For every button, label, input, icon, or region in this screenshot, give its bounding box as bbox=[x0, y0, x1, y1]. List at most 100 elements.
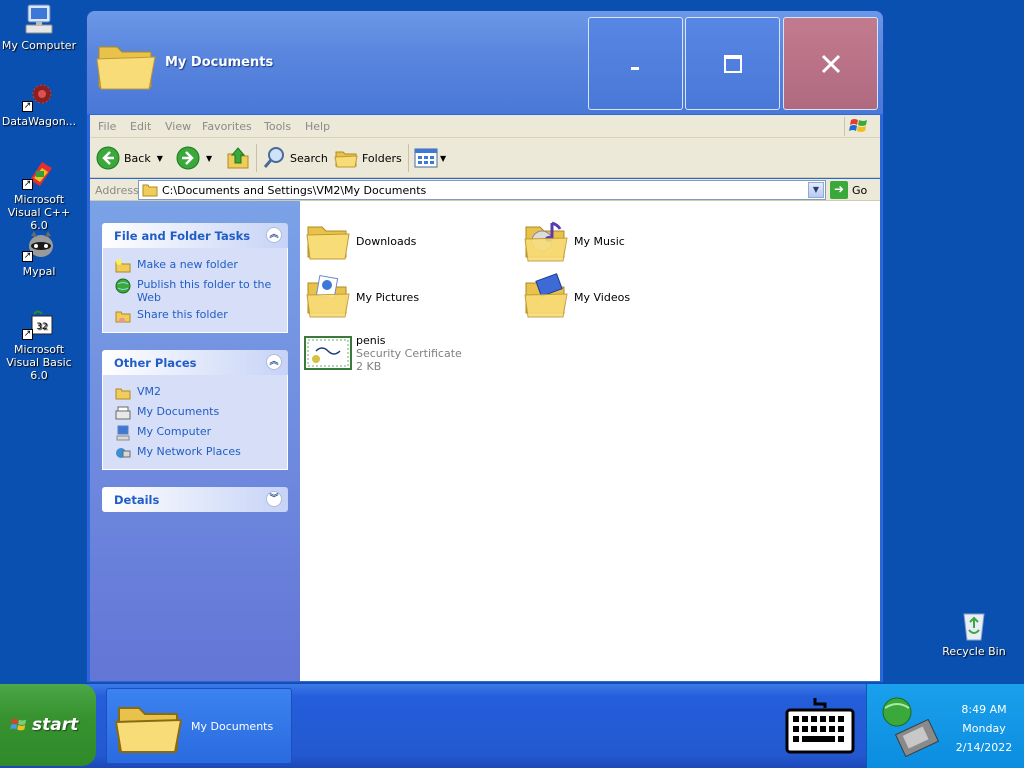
desktop-icon-label: Microsoft Visual C++ 6.0 bbox=[7, 193, 71, 232]
windows-logo-icon bbox=[844, 117, 872, 136]
task-link-new-folder[interactable]: Make a new folder bbox=[103, 256, 287, 276]
folder-icon bbox=[95, 37, 157, 93]
folders-icon bbox=[334, 151, 358, 168]
list-item-my-videos[interactable]: My Videos bbox=[522, 273, 630, 321]
list-item-my-pictures[interactable]: My Pictures bbox=[304, 273, 419, 321]
back-label: Back bbox=[124, 151, 151, 165]
folders-button[interactable]: Folders bbox=[334, 144, 402, 172]
place-link-vm2[interactable]: VM2 bbox=[103, 383, 287, 403]
place-link-my-computer[interactable]: My Computer bbox=[103, 423, 287, 443]
menu-bar: File Edit View Favorites Tools Help bbox=[90, 115, 880, 138]
videos-folder-icon bbox=[524, 273, 568, 318]
address-label: Address bbox=[95, 184, 139, 197]
desktop-icon-visual-basic[interactable]: 32 ↗ Microsoft Visual Basic 6.0 bbox=[0, 308, 79, 382]
globe-icon bbox=[115, 278, 131, 294]
menu-view[interactable]: View bbox=[165, 120, 191, 133]
desktop-icon-label: Mypal bbox=[22, 265, 56, 278]
up-folder-icon bbox=[227, 147, 249, 169]
chevron-down-icon[interactable]: ▼ bbox=[157, 154, 163, 163]
computer-icon bbox=[116, 425, 130, 441]
task-link-share[interactable]: Share this folder bbox=[103, 306, 287, 326]
task-link-label: Publish this folder to the Web bbox=[137, 278, 272, 304]
menu-favorites[interactable]: Favorites bbox=[202, 120, 252, 133]
file-list: Downloads My Music My Pictures My Videos… bbox=[300, 201, 880, 681]
minimize-icon bbox=[630, 66, 639, 70]
search-label: Search bbox=[290, 151, 328, 165]
new-folder-icon bbox=[115, 259, 131, 273]
desktop-icon-recycle-bin[interactable]: Recycle Bin bbox=[938, 610, 1010, 658]
desktop-icon-visual-cpp[interactable]: ↗ Microsoft Visual C++ 6.0 bbox=[0, 158, 79, 232]
panel-title: File and Folder Tasks bbox=[114, 229, 251, 243]
address-input[interactable]: C:\Documents and Settings\VM2\My Documen… bbox=[138, 180, 826, 200]
desktop-icon-mypal[interactable]: ↗ Mypal bbox=[0, 230, 79, 278]
menu-file[interactable]: File bbox=[98, 120, 116, 133]
address-bar: Address C:\Documents and Settings\VM2\My… bbox=[90, 179, 880, 201]
desktop-icon-datawagon[interactable]: ↗ DataWagon... bbox=[0, 80, 79, 128]
computer-icon bbox=[22, 4, 56, 36]
clock[interactable]: 8:49 AM Monday 2/14/2022 bbox=[949, 700, 1019, 757]
menu-help[interactable]: Help bbox=[305, 120, 330, 133]
shortcut-arrow-icon: ↗ bbox=[22, 101, 33, 112]
shortcut-arrow-icon: ↗ bbox=[22, 251, 33, 262]
list-item-downloads[interactable]: Downloads bbox=[304, 217, 416, 265]
place-link-label: My Network Places bbox=[137, 445, 241, 458]
shortcut-arrow-icon: ↗ bbox=[22, 329, 33, 340]
shortcut-arrow-icon: ↗ bbox=[22, 179, 33, 190]
panel-title: Details bbox=[114, 493, 160, 507]
task-link-publish[interactable]: Publish this folder to the Web bbox=[103, 276, 287, 306]
start-button[interactable]: start bbox=[0, 684, 96, 766]
taskbar-button-my-documents[interactable]: My Documents bbox=[106, 688, 292, 764]
up-folder-button[interactable] bbox=[226, 144, 250, 172]
desktop-icon-my-computer[interactable]: My Computer bbox=[0, 4, 79, 52]
clock-day: Monday bbox=[962, 722, 1006, 735]
search-button[interactable]: Search bbox=[262, 144, 328, 172]
folder-icon bbox=[142, 184, 158, 197]
start-label: start bbox=[32, 715, 79, 735]
place-link-label: VM2 bbox=[137, 385, 162, 398]
go-button[interactable]: ➜ Go bbox=[830, 181, 867, 199]
views-icon bbox=[414, 148, 438, 168]
collapse-chevron-icon[interactable]: ︽ bbox=[266, 227, 282, 243]
folders-label: Folders bbox=[362, 151, 402, 165]
views-button[interactable]: ▼ bbox=[414, 144, 446, 172]
desktop-icon-label: DataWagon... bbox=[1, 115, 77, 128]
back-button[interactable]: Back ▼ bbox=[96, 144, 163, 172]
keyboard-icon[interactable] bbox=[785, 694, 855, 756]
minimize-button[interactable] bbox=[588, 17, 683, 110]
address-dropdown-button[interactable]: ▼ bbox=[808, 182, 824, 198]
datawagon-icon: ↗ bbox=[22, 80, 56, 112]
menu-tools[interactable]: Tools bbox=[264, 120, 291, 133]
panel-header[interactable]: File and Folder Tasks ︽ bbox=[102, 223, 288, 248]
collapse-chevron-icon[interactable]: ︽ bbox=[266, 354, 282, 370]
place-link-network[interactable]: My Network Places bbox=[103, 443, 287, 463]
file-folder-tasks-panel: File and Folder Tasks ︽ Make a new folde… bbox=[102, 223, 288, 333]
panel-header[interactable]: Details ︾ bbox=[102, 487, 288, 512]
folder-icon bbox=[115, 388, 131, 400]
title-bar[interactable]: My Documents bbox=[87, 11, 883, 114]
panel-header[interactable]: Other Places ︽ bbox=[102, 350, 288, 375]
window-title: My Documents bbox=[165, 55, 274, 70]
list-item-my-music[interactable]: My Music bbox=[522, 217, 625, 265]
chevron-down-icon[interactable]: ▼ bbox=[206, 154, 212, 163]
close-button[interactable] bbox=[783, 17, 878, 110]
menu-edit[interactable]: Edit bbox=[130, 120, 151, 133]
desktop-icon-label: My Computer bbox=[1, 39, 77, 52]
item-name: My Music bbox=[574, 234, 625, 248]
clock-date: 2/14/2022 bbox=[955, 741, 1013, 754]
close-icon bbox=[821, 54, 840, 73]
list-item-certificate[interactable]: penis Security Certificate 2 KB bbox=[304, 329, 462, 377]
item-name: Downloads bbox=[356, 234, 417, 248]
maximize-button[interactable] bbox=[685, 17, 780, 110]
file-type: Security Certificate bbox=[356, 346, 462, 360]
expand-chevron-icon[interactable]: ︾ bbox=[266, 491, 282, 507]
network-connection-icon[interactable] bbox=[877, 692, 941, 758]
other-places-panel: Other Places ︽ VM2 My Documents My Compu… bbox=[102, 350, 288, 470]
chevron-down-icon[interactable]: ▼ bbox=[440, 154, 446, 163]
go-label: Go bbox=[852, 183, 868, 197]
file-size: 2 KB bbox=[356, 359, 382, 373]
toolbar: Back ▼ ▼ Search Folders ▼ bbox=[90, 138, 880, 178]
place-link-my-documents[interactable]: My Documents bbox=[103, 403, 287, 423]
task-link-label: Make a new folder bbox=[137, 258, 238, 271]
task-label: My Documents bbox=[191, 719, 274, 733]
forward-button[interactable]: ▼ bbox=[176, 144, 212, 172]
